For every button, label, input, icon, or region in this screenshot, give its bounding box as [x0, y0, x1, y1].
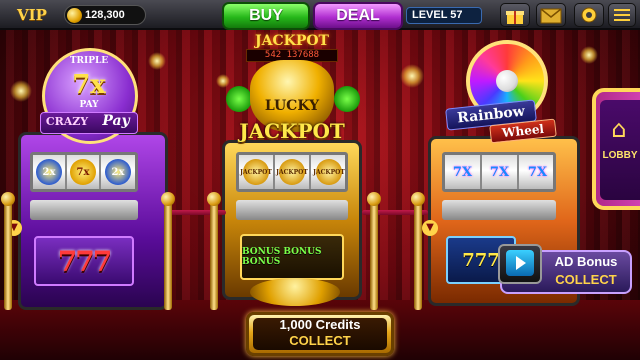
reel: 2x	[33, 155, 67, 189]
lower-panel-bonus: BONUS BONUS BONUS	[242, 247, 322, 267]
reel: JACKPOT	[275, 155, 311, 189]
coin-balance: 128,300	[64, 5, 146, 25]
sparkle-light	[400, 64, 424, 88]
sparkle-light	[10, 80, 32, 102]
reel: JACKPOT	[311, 155, 347, 189]
deal-button[interactable]: DEAL	[313, 2, 403, 30]
machine-lower-panel: BONUS BONUS BONUS	[240, 234, 344, 280]
sparkle-light	[580, 46, 598, 64]
rope-post-knob	[161, 192, 175, 206]
coin-balance-value: 128,300	[85, 9, 125, 21]
jackpot-pot-symbol: JACKPOT	[240, 159, 272, 185]
home-icon: ⌂	[611, 115, 627, 143]
reel: 7X	[519, 155, 556, 189]
reel: JACKPOT	[239, 155, 275, 189]
buy-button[interactable]: BUY	[222, 2, 310, 30]
marquee-pay-text: PAY	[79, 100, 99, 110]
lower-panel-777: 777	[462, 249, 500, 271]
reel-symbol-text: JACKPOT	[240, 168, 272, 176]
down-arrow-icon[interactable]: ▼	[422, 220, 438, 236]
sparkle-light	[216, 74, 230, 88]
rope-post	[370, 200, 378, 310]
gold-coin-pile	[250, 278, 340, 306]
rope-post	[210, 200, 218, 310]
menu-icon[interactable]	[608, 3, 636, 27]
reel-symbol-text: JACKPOT	[276, 168, 308, 176]
2x-symbol: 2x	[105, 159, 131, 185]
reel-window: 2x 7x 2x	[30, 152, 138, 192]
machine-lower-panel: 777	[34, 236, 134, 286]
rope-post	[414, 200, 422, 310]
play-icon	[506, 250, 534, 276]
rope-post-knob	[207, 192, 221, 206]
reel: 7x	[67, 155, 101, 189]
sign-crazy-text: CRAZY	[45, 115, 89, 128]
reel-window: 7X 7X 7X	[442, 152, 556, 192]
reel-window: JACKPOT JACKPOT JACKPOT	[236, 152, 348, 192]
lucky-text: LUCKY	[264, 98, 320, 114]
level-indicator: LEVEL 57	[406, 7, 482, 24]
reel: 7X	[482, 155, 519, 189]
ad-bonus-collect-label: COLLECT	[555, 272, 617, 287]
machine-controls	[236, 200, 348, 220]
marquee-triple-text: TRIPLE	[69, 56, 109, 66]
reel: 7X	[445, 155, 482, 189]
lobby-label: LOBBY	[602, 150, 638, 161]
machine-controls	[442, 200, 556, 220]
rope-post-knob	[411, 192, 425, 206]
2x-symbol: 2x	[36, 159, 62, 185]
7x-symbol: 7X	[527, 164, 548, 180]
clover-decoration	[334, 86, 360, 112]
jackpot-title-text: JACKPOT	[239, 119, 345, 143]
7x-symbol: 7x	[70, 159, 96, 185]
top-bar: VIP 128,300 BUY DEAL LEVEL 57	[0, 0, 640, 30]
mail-icon[interactable]	[536, 3, 566, 27]
clover-decoration	[226, 86, 252, 112]
reel-symbol-text: JACKPOT	[313, 168, 345, 176]
reel: 2x	[101, 155, 135, 189]
collect-label: COLLECT	[289, 333, 351, 348]
7x-symbol: 7X	[489, 164, 510, 180]
settings-icon[interactable]	[574, 3, 604, 27]
coin-icon	[67, 8, 82, 23]
marquee-7x-text: 7x	[72, 70, 106, 100]
sign-pay-text: Pay	[102, 113, 130, 129]
7x-symbol: 7X	[452, 164, 473, 180]
credits-amount: 1,000 Credits	[279, 317, 361, 332]
rope-post-knob	[367, 192, 381, 206]
jackpot-label: JACKPOT	[255, 33, 329, 49]
wheel-hub	[496, 70, 518, 92]
rope-post	[164, 200, 172, 310]
gift-icon[interactable]	[500, 3, 530, 27]
jackpot-pot-symbol: JACKPOT	[276, 159, 308, 185]
machine-controls	[30, 200, 138, 220]
rope-post-knob	[1, 192, 15, 206]
vip-badge[interactable]: VIP	[4, 4, 60, 26]
rope-post	[4, 200, 12, 310]
ad-bonus-title: AD Bonus	[554, 254, 618, 269]
sparkle-light	[148, 52, 166, 70]
jackpot-pot-symbol: JACKPOT	[313, 159, 345, 185]
lower-panel-777: 777	[57, 244, 112, 278]
play-triangle-icon	[516, 256, 526, 270]
